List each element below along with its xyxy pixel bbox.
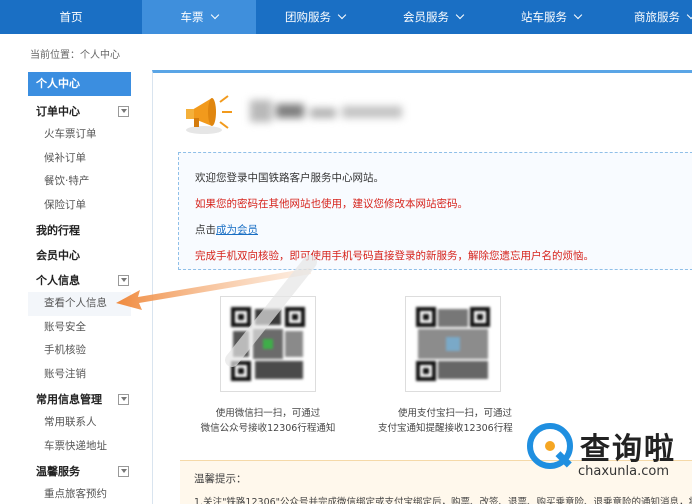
sidebar-group-warm-service[interactable]: 温馨服务 [28, 460, 131, 483]
sidebar-group-personal-info[interactable]: 个人信息 [28, 269, 131, 292]
watermark-url: chaxunla.com [578, 464, 669, 479]
nav-item-group-service[interactable]: 团购服务 [256, 0, 374, 34]
sidebar-item-contacts[interactable]: 常用联系人 [28, 411, 131, 435]
sidebar-item-waitlist-orders[interactable]: 候补订单 [28, 147, 131, 171]
qr-code-icon [414, 305, 492, 383]
username-blurred [250, 100, 410, 122]
collapse-toggle-icon[interactable] [118, 275, 129, 286]
nav-item-business-travel[interactable]: 商旅服务 [610, 0, 692, 34]
chevron-down-icon [210, 10, 219, 20]
collapse-toggle-icon[interactable] [118, 394, 129, 405]
sidebar-group-order-center[interactable]: 订单中心 [28, 100, 131, 123]
wechat-qr-code [220, 296, 316, 392]
qr-code-icon [229, 305, 307, 383]
phone-verify-notice: 完成手机双向核验，即可使用手机号码直接登录的新服务，解除您遗忘用户名的烦恼。 [195, 250, 594, 262]
megaphone-icon [186, 95, 232, 134]
nav-item-tickets[interactable]: 车票 [142, 0, 256, 34]
sidebar-header[interactable]: 个人中心 [28, 72, 131, 96]
chevron-down-icon [337, 10, 347, 20]
alipay-qr-caption: 使用支付宝扫一扫，可通过 支付宝通知提醒接收12306行程 [378, 408, 513, 434]
sidebar: 个人中心 订单中心 火车票订单 候补订单 餐饮·特产 保险订单 我的行程 会员中… [28, 72, 131, 504]
nav-item-member-service[interactable]: 会员服务 [374, 0, 492, 34]
sidebar-item-priority-booking[interactable]: 重点旅客预约 [28, 483, 131, 504]
password-warning: 如果您的密码在其他网站也使用，建议您修改本网站密码。 [195, 198, 468, 210]
watermark-text: 查询啦 [580, 432, 676, 467]
become-member-line: 点击成为会员 [195, 224, 258, 236]
sidebar-item-delivery-address[interactable]: 车票快递地址 [28, 435, 131, 459]
wechat-qr-caption: 使用微信扫一扫，可通过 微信公众号接收12306行程通知 [200, 408, 336, 434]
nav-item-home[interactable]: 首页 [0, 0, 142, 34]
sidebar-item-member-center[interactable]: 会员中心 [28, 244, 131, 267]
collapse-toggle-icon[interactable] [118, 466, 129, 477]
chevron-down-icon [455, 10, 465, 20]
collapse-toggle-icon[interactable] [118, 106, 129, 117]
tips-text: 1.关注"铁路12306"公众号并完成微信绑定或支付宝绑定后，购票、改签、退票、… [194, 497, 692, 504]
sidebar-item-account-cancel[interactable]: 账号注销 [28, 363, 131, 387]
sidebar-item-phone-verify[interactable]: 手机核验 [28, 339, 131, 363]
become-member-link[interactable]: 成为会员 [216, 224, 258, 236]
breadcrumb: 当前位置：个人中心 [30, 50, 120, 61]
chevron-down-icon [573, 10, 583, 20]
welcome-text: 欢迎您登录中国铁路客户服务中心网站。 [195, 172, 384, 184]
nav-item-station-service[interactable]: 站车服务 [492, 0, 610, 34]
sidebar-group-common-info[interactable]: 常用信息管理 [28, 388, 131, 411]
sidebar-item-train-orders[interactable]: 火车票订单 [28, 123, 131, 147]
chevron-down-icon [686, 10, 692, 20]
sidebar-item-catering[interactable]: 餐饮·特产 [28, 170, 131, 194]
sidebar-item-insurance-orders[interactable]: 保险订单 [28, 194, 131, 218]
welcome-box: 欢迎您登录中国铁路客户服务中心网站。 如果您的密码在其他网站也使用，建议您修改本… [178, 152, 692, 270]
top-nav: 首页 车票 团购服务 会员服务 站车服务 商旅服务 [0, 0, 692, 34]
sidebar-item-my-trip[interactable]: 我的行程 [28, 219, 131, 242]
alipay-qr-code [405, 296, 501, 392]
sidebar-item-view-personal-info[interactable]: 查看个人信息 [28, 292, 131, 316]
sidebar-item-account-security[interactable]: 账号安全 [28, 316, 131, 340]
